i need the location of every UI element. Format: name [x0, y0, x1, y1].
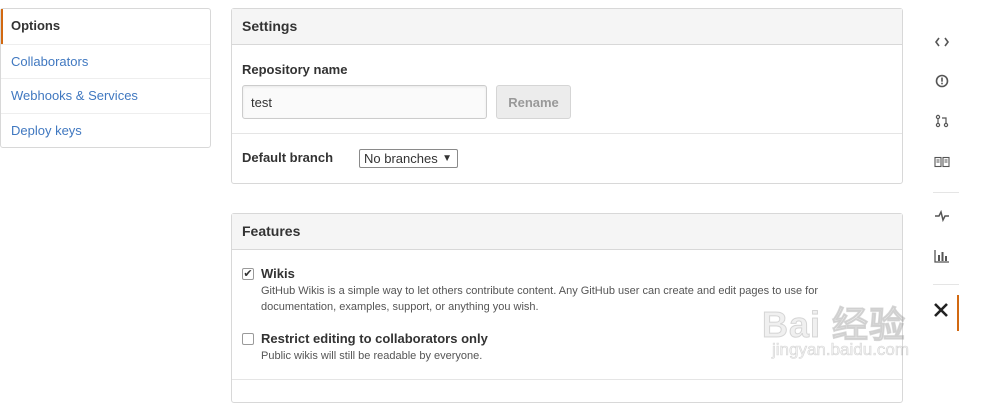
settings-panel: Settings Repository name Rename Default … — [231, 8, 903, 184]
settings-header: Settings — [232, 9, 902, 45]
restrict-editing-title: Restrict editing to collaborators only — [261, 331, 488, 346]
features-panel: Features ✔ Wikis GitHub Wikis is a simpl… — [231, 213, 903, 403]
default-branch-label: Default branch — [242, 150, 334, 165]
default-branch-value: No branches — [364, 151, 438, 166]
menu-item-webhooks-services[interactable]: Webhooks & Services — [1, 78, 210, 113]
wikis-title: Wikis — [261, 266, 295, 281]
menu-item-options[interactable]: Options — [1, 9, 210, 44]
menu-item-deploy-keys[interactable]: Deploy keys — [1, 112, 210, 148]
dropdown-arrow-icon: ▼ — [442, 153, 452, 164]
features-header: Features — [232, 214, 902, 250]
repository-name-label: Repository name — [242, 62, 348, 77]
rename-button[interactable]: Rename — [496, 85, 571, 119]
pulse-icon[interactable] — [925, 200, 959, 236]
features-divider — [232, 379, 902, 380]
menu-item-collaborators[interactable]: Collaborators — [1, 43, 210, 79]
restrict-editing-checkbox[interactable] — [242, 333, 254, 345]
issues-icon[interactable] — [925, 66, 959, 102]
wiki-icon[interactable] — [925, 146, 959, 182]
repository-nav — [925, 20, 963, 340]
wikis-description: GitHub Wikis is a simple way to let othe… — [261, 285, 818, 313]
pull-request-icon[interactable] — [925, 106, 959, 142]
nav-separator — [933, 284, 959, 285]
default-branch-select[interactable]: No branches ▼ — [359, 149, 458, 168]
restrict-editing-description: Public wikis will still be readable by e… — [261, 350, 483, 362]
nav-separator — [933, 192, 959, 193]
settings-icon[interactable] — [925, 295, 959, 331]
repository-name-input[interactable] — [242, 85, 487, 119]
settings-divider — [232, 133, 902, 134]
graphs-icon[interactable] — [925, 241, 959, 277]
wikis-checkbox[interactable]: ✔ — [242, 268, 254, 280]
settings-menu: Options Collaborators Webhooks & Service… — [0, 8, 211, 148]
code-icon[interactable] — [925, 26, 959, 62]
